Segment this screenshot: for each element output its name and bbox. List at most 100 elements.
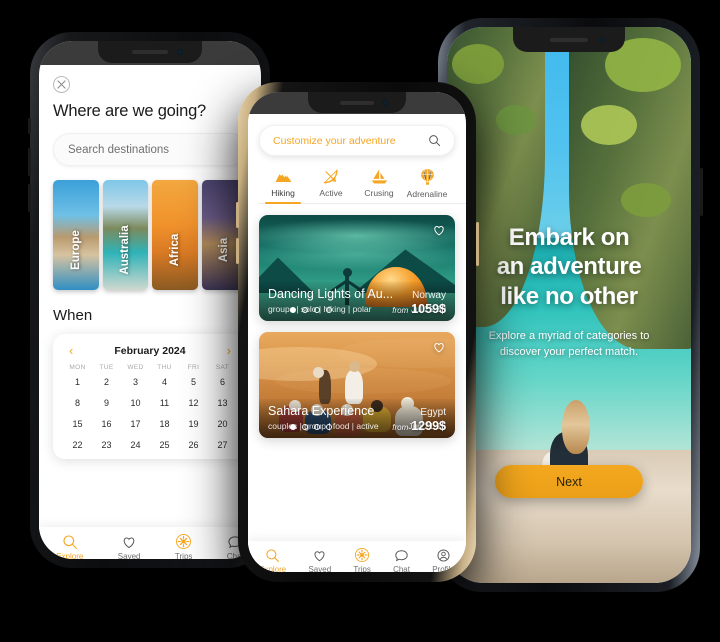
trip-image: from 1299$ Sahara Experience Egypt coupl… <box>259 332 455 438</box>
calendar-month-label: February 2024 <box>114 344 186 357</box>
calendar-day[interactable]: 8 <box>63 392 92 413</box>
front-camera <box>598 36 605 43</box>
calendar-day[interactable]: 6 <box>208 371 237 392</box>
subtext-line-1: Explore a myriad of categories to <box>488 329 650 342</box>
calendar-day[interactable]: 20 <box>208 413 237 434</box>
phone-button-volume-down <box>235 238 239 264</box>
chevron-right-icon[interactable]: › <box>227 344 231 357</box>
destination-label: Europe <box>69 230 82 270</box>
phone-button-power <box>699 168 703 216</box>
category-tab-hiking[interactable]: Hiking <box>259 168 307 204</box>
tab-saved[interactable]: Saved <box>118 534 140 559</box>
carousel-dot[interactable] <box>326 307 332 313</box>
tab-label: Chat <box>393 564 410 573</box>
price-prefix: from <box>392 423 409 432</box>
carousel-dot[interactable] <box>314 307 320 313</box>
trip-price: from 1059$ <box>392 302 446 316</box>
calendar-day[interactable]: 10 <box>121 392 150 413</box>
chat-bubble-icon <box>395 549 408 561</box>
food-icon <box>466 168 467 185</box>
tab-label: Trips <box>174 552 193 559</box>
calendar-weekday: TUE <box>99 364 114 371</box>
calendar-weekday: MON <box>69 364 86 371</box>
archery-bow-icon <box>323 169 338 184</box>
sun-burst-icon <box>176 534 192 549</box>
onboarding-subtext: Explore a myriad of categories to discov… <box>489 329 650 361</box>
trip-card[interactable]: from 1059$ Dancing Lights of Au... Norwa… <box>259 215 455 321</box>
destination-card-australia[interactable]: Australia <box>102 180 148 290</box>
sailboat-icon <box>371 169 387 184</box>
search-input[interactable]: Customize your adventure <box>259 125 455 156</box>
carousel-dot[interactable] <box>326 424 332 430</box>
tab-chat[interactable]: Chat <box>393 548 410 573</box>
onboarding-headline: Embark on an adventure like no other <box>497 223 642 311</box>
image-carousel-dots[interactable] <box>290 307 332 313</box>
phone-mockup-center: Customize your adventure Hiking Active C… <box>235 82 479 582</box>
destination-card-africa[interactable]: Africa <box>152 180 198 290</box>
price-amount: 1299$ <box>411 419 446 433</box>
carousel-dot[interactable] <box>302 424 308 430</box>
category-label: Active <box>319 188 343 198</box>
phone-mockup-right: Embark on an adventure like no other Exp… <box>435 18 703 592</box>
carousel-dot[interactable] <box>290 307 296 313</box>
calendar-day[interactable]: 16 <box>92 413 121 434</box>
calendar-day[interactable]: 26 <box>179 434 208 455</box>
calendar-day[interactable]: 1 <box>63 371 92 392</box>
calendar-day[interactable]: 15 <box>63 413 92 434</box>
category-tab-food[interactable]: Fo <box>451 168 466 199</box>
search-icon <box>63 534 77 549</box>
phone-button-mute <box>28 118 31 134</box>
calendar-weekday: FRI <box>187 364 200 371</box>
tab-explore[interactable]: Explore <box>259 548 287 573</box>
calendar-day[interactable]: 19 <box>179 413 208 434</box>
close-icon[interactable] <box>53 76 70 93</box>
image-carousel-dots[interactable] <box>290 424 332 430</box>
calendar-day[interactable]: 23 <box>92 434 121 455</box>
destination-label: Africa <box>168 233 181 267</box>
category-label: Crusing <box>364 188 394 198</box>
headline-line-1: Embark on <box>508 224 630 251</box>
tab-trips[interactable]: Trips <box>353 547 371 572</box>
calendar-day[interactable]: 9 <box>92 392 121 413</box>
tab-label: Profile <box>432 564 455 573</box>
tab-label: Explore <box>259 564 287 573</box>
heart-icon <box>123 536 135 548</box>
calendar-day[interactable]: 27 <box>208 434 237 455</box>
carousel-dot[interactable] <box>290 424 296 430</box>
calendar-widget: ‹ February 2024 › MON TUE WED THU FRI SA… <box>53 334 247 459</box>
search-icon[interactable] <box>428 134 441 147</box>
trip-card[interactable]: from 1299$ Sahara Experience Egypt coupl… <box>259 332 455 438</box>
calendar-day[interactable]: 24 <box>121 434 150 455</box>
destination-label: Australia <box>119 225 132 275</box>
calendar-day[interactable]: 11 <box>150 392 179 413</box>
category-tab-crusing[interactable]: Crusing <box>355 168 403 199</box>
calendar-day[interactable]: 2 <box>92 371 121 392</box>
favorite-heart-icon[interactable] <box>432 340 446 354</box>
search-input[interactable]: Search destinations <box>53 133 247 166</box>
category-tab-active[interactable]: Active <box>307 168 355 199</box>
carousel-dot[interactable] <box>314 424 320 430</box>
tab-trips[interactable]: Trips <box>175 533 192 559</box>
calendar-day[interactable]: 22 <box>63 434 92 455</box>
calendar-grid: MON TUE WED THU FRI SAT 1 2 3 4 5 6 8 9 <box>63 364 237 455</box>
hot-air-balloon-icon <box>420 169 434 185</box>
chevron-left-icon[interactable]: ‹ <box>69 344 73 357</box>
tab-profile[interactable]: Profile <box>432 548 455 573</box>
tab-saved[interactable]: Saved <box>308 548 331 572</box>
calendar-day[interactable]: 4 <box>150 371 179 392</box>
calendar-day[interactable]: 17 <box>121 413 150 434</box>
phone-screen-right: Embark on an adventure like no other Exp… <box>447 27 691 583</box>
destination-card-europe[interactable]: Europe <box>53 180 99 290</box>
calendar-day[interactable]: 12 <box>179 392 208 413</box>
calendar-day[interactable]: 25 <box>150 434 179 455</box>
favorite-heart-icon[interactable] <box>432 223 446 237</box>
tab-explore[interactable]: Explore <box>56 534 83 559</box>
calendar-day[interactable]: 13 <box>208 392 237 413</box>
carousel-dot[interactable] <box>302 307 308 313</box>
calendar-day[interactable]: 5 <box>179 371 208 392</box>
calendar-day[interactable]: 3 <box>121 371 150 392</box>
category-tab-adrenaline[interactable]: Adrenaline <box>403 168 451 199</box>
subtext-line-2: discover your perfect match. <box>499 345 639 358</box>
mountain-icon <box>275 171 291 183</box>
calendar-day[interactable]: 18 <box>150 413 179 434</box>
